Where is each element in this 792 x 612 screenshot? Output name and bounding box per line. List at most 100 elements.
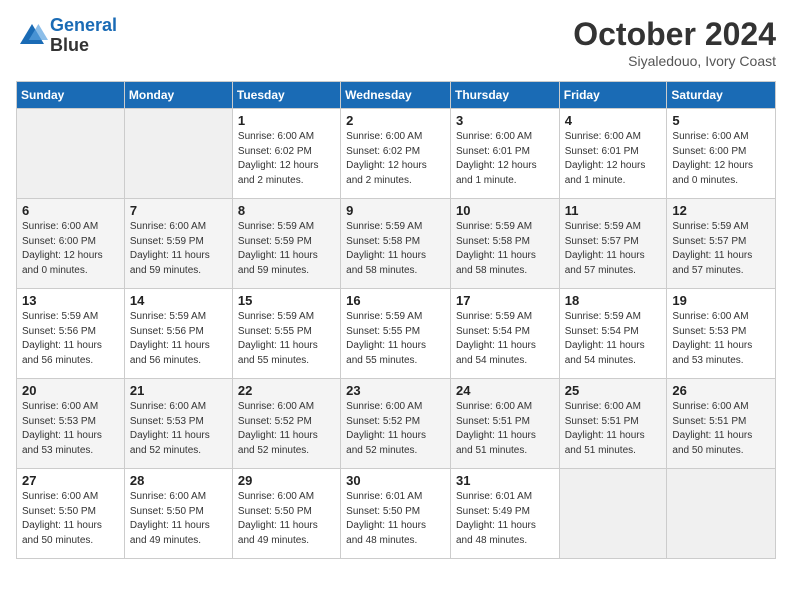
col-header-wednesday: Wednesday — [341, 82, 451, 109]
day-number: 13 — [22, 293, 119, 308]
calendar-cell: 17Sunrise: 5:59 AM Sunset: 5:54 PM Dayli… — [450, 289, 559, 379]
day-info: Sunrise: 6:00 AM Sunset: 6:00 PM Dayligh… — [672, 130, 770, 188]
col-header-sunday: Sunday — [17, 82, 125, 109]
day-number: 27 — [22, 473, 119, 488]
calendar-cell: 12 Sunrise: 5:59 AM Sunset: 5:57 PM Dayli… — [667, 199, 776, 289]
day-info: Sunrise: 6:00 AM Sunset: 6:00 PM Dayligh… — [22, 220, 119, 278]
calendar-cell: 31 Sunrise: 6:01 AM Sunset: 5:49 PM Dayli… — [450, 469, 559, 559]
calendar-cell: 11 Sunrise: 5:59 AM Sunset: 5:57 PM Dayli… — [559, 199, 667, 289]
calendar-week-1: 1 Sunrise: 6:00 AM Sunset: 6:02 PM Daylig… — [17, 109, 776, 199]
col-header-monday: Monday — [124, 82, 232, 109]
day-info: Sunrise: 6:01 AM Sunset: 5:50 PM Dayligh… — [346, 490, 445, 548]
calendar-header-row: SundayMondayTuesdayWednesdayThursdayFrid… — [17, 82, 776, 109]
day-info: Sunrise: 6:00 AM Sunset: 6:01 PM Dayligh… — [565, 130, 662, 188]
col-header-friday: Friday — [559, 82, 667, 109]
day-number: 15 — [238, 293, 335, 308]
day-number: 7 — [130, 203, 227, 218]
calendar-cell: 8Sunrise: 5:59 AM Sunset: 5:59 PM Daylig… — [232, 199, 340, 289]
calendar-cell: 9 Sunrise: 5:59 AM Sunset: 5:58 PM Daylig… — [341, 199, 451, 289]
calendar-cell: 16 Sunrise: 5:59 AM Sunset: 5:55 PM Dayli… — [341, 289, 451, 379]
calendar-cell: 27 Sunrise: 6:00 AM Sunset: 5:50 PM Dayli… — [17, 469, 125, 559]
calendar-cell: 28 Sunrise: 6:00 AM Sunset: 5:50 PM Dayli… — [124, 469, 232, 559]
calendar-cell: 21 Sunrise: 6:00 AM Sunset: 5:53 PM Dayli… — [124, 379, 232, 469]
day-info: Sunrise: 6:00 AM Sunset: 5:59 PM Dayligh… — [130, 220, 227, 278]
calendar-cell: 30 Sunrise: 6:01 AM Sunset: 5:50 PM Dayli… — [341, 469, 451, 559]
calendar-week-2: 6 Sunrise: 6:00 AM Sunset: 6:00 PM Daylig… — [17, 199, 776, 289]
day-info: Sunrise: 6:00 AM Sunset: 5:53 PM Dayligh… — [22, 400, 119, 458]
day-number: 19 — [672, 293, 770, 308]
day-info: Sunrise: 6:00 AM Sunset: 6:02 PM Dayligh… — [346, 130, 445, 188]
calendar-cell: 10 Sunrise: 5:59 AM Sunset: 5:58 PM Dayli… — [450, 199, 559, 289]
col-header-saturday: Saturday — [667, 82, 776, 109]
day-info: Sunrise: 5:59 AM Sunset: 5:56 PM Dayligh… — [130, 310, 227, 368]
day-number: 20 — [22, 383, 119, 398]
calendar-cell: 23Sunrise: 6:00 AM Sunset: 5:52 PM Dayli… — [341, 379, 451, 469]
calendar-cell: 6 Sunrise: 6:00 AM Sunset: 6:00 PM Daylig… — [17, 199, 125, 289]
calendar-cell — [667, 469, 776, 559]
day-info: Sunrise: 6:00 AM Sunset: 5:53 PM Dayligh… — [130, 400, 227, 458]
logo-text: General Blue — [50, 16, 117, 56]
calendar-week-5: 27 Sunrise: 6:00 AM Sunset: 5:50 PM Dayli… — [17, 469, 776, 559]
calendar-cell: 13Sunrise: 5:59 AM Sunset: 5:56 PM Dayli… — [17, 289, 125, 379]
calendar-cell: 14 Sunrise: 5:59 AM Sunset: 5:56 PM Dayli… — [124, 289, 232, 379]
day-number: 22 — [238, 383, 335, 398]
location-subtitle: Siyaledouo, Ivory Coast — [573, 53, 776, 69]
day-number: 12 — [672, 203, 770, 218]
day-info: Sunrise: 6:00 AM Sunset: 5:53 PM Dayligh… — [672, 310, 770, 368]
day-number: 5 — [672, 113, 770, 128]
day-number: 16 — [346, 293, 445, 308]
day-number: 18 — [565, 293, 662, 308]
day-info: Sunrise: 5:59 AM Sunset: 5:58 PM Dayligh… — [346, 220, 445, 278]
day-number: 14 — [130, 293, 227, 308]
calendar-week-3: 13 Sunrise: 5:59 AM Sunset: 5:56 PM Dayli… — [17, 289, 776, 379]
day-number: 3 — [456, 113, 554, 128]
calendar-week-4: 20 Sunrise: 6:00 AM Sunset: 5:53 PM Dayli… — [17, 379, 776, 469]
day-info: Sunrise: 5:59 AM Sunset: 5:57 PM Dayligh… — [565, 220, 662, 278]
logo-line1: General — [50, 15, 117, 35]
calendar-table: SundayMondayTuesdayWednesdayThursdayFrid… — [16, 81, 776, 559]
day-number: 21 — [130, 383, 227, 398]
day-number: 11 — [565, 203, 662, 218]
logo-icon — [16, 20, 48, 52]
day-number: 30 — [346, 473, 445, 488]
day-number: 25 — [565, 383, 662, 398]
day-number: 6 — [22, 203, 119, 218]
day-info: Sunrise: 5:59 AM Sunset: 5:55 PM Dayligh… — [238, 310, 335, 368]
day-number: 29 — [238, 473, 335, 488]
calendar-cell — [17, 109, 125, 199]
day-info: Sunrise: 6:01 AM Sunset: 5:49 PM Dayligh… — [456, 490, 554, 548]
day-number: 4 — [565, 113, 662, 128]
day-number: 2 — [346, 113, 445, 128]
day-info: Sunrise: 6:00 AM Sunset: 5:50 PM Dayligh… — [130, 490, 227, 548]
calendar-cell: 24 Sunrise: 6:00 AM Sunset: 5:51 PM Dayli… — [450, 379, 559, 469]
day-info: Sunrise: 5:59 AM Sunset: 5:55 PM Dayligh… — [346, 310, 445, 368]
day-info: Sunrise: 6:00 AM Sunset: 5:50 PM Dayligh… — [22, 490, 119, 548]
day-number: 10 — [456, 203, 554, 218]
day-number: 1 — [238, 113, 335, 128]
day-number: 24 — [456, 383, 554, 398]
day-info: Sunrise: 6:00 AM Sunset: 5:50 PM Dayligh… — [238, 490, 335, 548]
day-number: 23 — [346, 383, 445, 398]
calendar-cell: 1 Sunrise: 6:00 AM Sunset: 6:02 PM Daylig… — [232, 109, 340, 199]
calendar-cell: 22Sunrise: 6:00 AM Sunset: 5:52 PM Dayli… — [232, 379, 340, 469]
calendar-cell — [559, 469, 667, 559]
calendar-cell — [124, 109, 232, 199]
day-number: 26 — [672, 383, 770, 398]
day-info: Sunrise: 5:59 AM Sunset: 5:57 PM Dayligh… — [672, 220, 770, 278]
day-number: 31 — [456, 473, 554, 488]
day-number: 9 — [346, 203, 445, 218]
calendar-cell: 5 Sunrise: 6:00 AM Sunset: 6:00 PM Daylig… — [667, 109, 776, 199]
calendar-cell: 15 Sunrise: 5:59 AM Sunset: 5:55 PM Dayli… — [232, 289, 340, 379]
day-number: 17 — [456, 293, 554, 308]
day-info: Sunrise: 6:00 AM Sunset: 6:01 PM Dayligh… — [456, 130, 554, 188]
calendar-cell: 25Sunrise: 6:00 AM Sunset: 5:51 PM Dayli… — [559, 379, 667, 469]
logo-line2: Blue — [50, 36, 117, 56]
day-number: 28 — [130, 473, 227, 488]
day-info: Sunrise: 5:59 AM Sunset: 5:58 PM Dayligh… — [456, 220, 554, 278]
day-info: Sunrise: 6:00 AM Sunset: 6:02 PM Dayligh… — [238, 130, 335, 188]
calendar-cell: 26Sunrise: 6:00 AM Sunset: 5:51 PM Dayli… — [667, 379, 776, 469]
day-info: Sunrise: 5:59 AM Sunset: 5:59 PM Dayligh… — [238, 220, 335, 278]
logo: General Blue — [16, 16, 117, 56]
calendar-cell: 19 Sunrise: 6:00 AM Sunset: 5:53 PM Dayli… — [667, 289, 776, 379]
day-info: Sunrise: 6:00 AM Sunset: 5:51 PM Dayligh… — [456, 400, 554, 458]
